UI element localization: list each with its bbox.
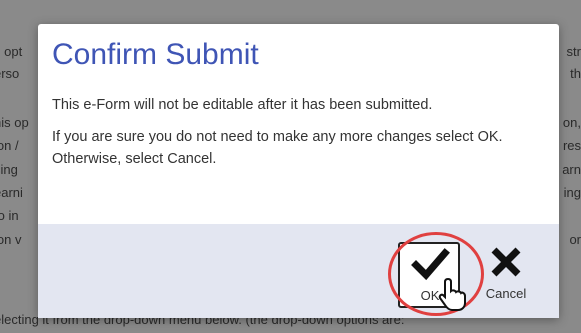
background-text: his op (0, 115, 29, 130)
background-text: res (562, 138, 581, 153)
dialog-message-not-editable: This e-Form will not be editable after i… (52, 97, 433, 113)
dialog-message-instructions: If you are sure you do not need to make … (52, 129, 503, 167)
ok-highlight-circle (388, 232, 484, 316)
cancel-button-label: Cancel (485, 286, 527, 301)
dialog-body: This e-Form will not be editable after i… (52, 94, 552, 180)
background-text: or (569, 232, 581, 247)
background-text: ion / (0, 138, 19, 153)
background-text: str (566, 44, 581, 59)
background-text: on, (562, 115, 581, 130)
background-text: to in (0, 208, 19, 223)
close-icon (491, 247, 521, 277)
background-text: cing (0, 162, 18, 177)
background-text: s opt (0, 44, 23, 59)
background-text: ion v (0, 232, 22, 247)
dialog-title: Confirm Submit (52, 38, 259, 71)
background-text: th (570, 66, 581, 81)
background-text: arn (562, 162, 581, 177)
background-text: erso (0, 66, 20, 81)
background-text: earni (0, 185, 23, 200)
hand-pointer-icon (438, 277, 466, 311)
background-text: ing (563, 185, 581, 200)
cancel-button[interactable]: Cancel (476, 242, 536, 302)
